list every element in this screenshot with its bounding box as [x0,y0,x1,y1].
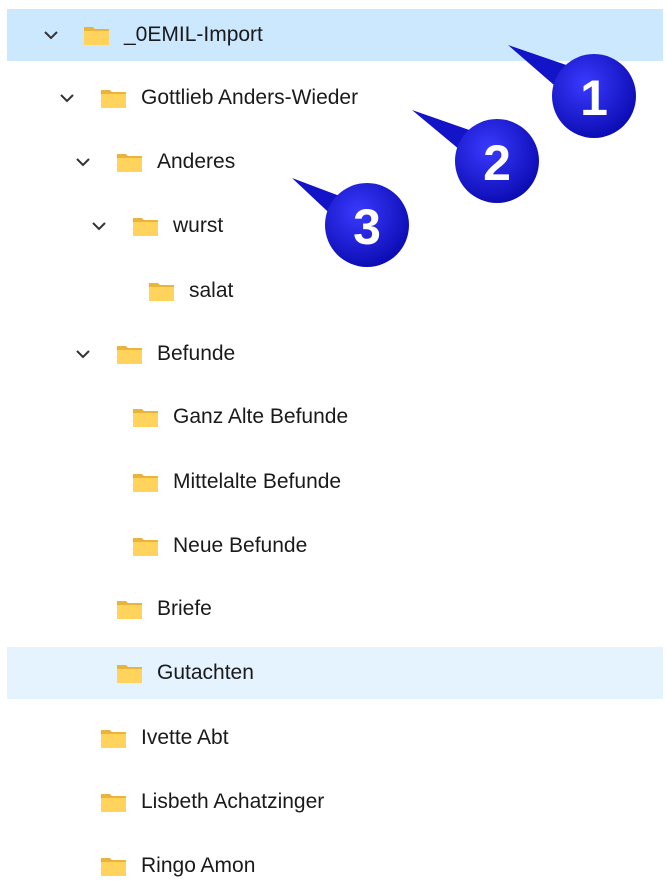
folder-icon [116,343,143,365]
tree-item-label: _0EMIL-Import [124,23,263,46]
folder-icon [116,662,143,684]
chevron-down-icon[interactable] [89,216,109,236]
folder-icon [148,280,175,302]
tree-item-label: Lisbeth Achatzinger [141,790,325,813]
tree-item-wurst[interactable]: wurst [7,200,667,252]
tree-item-label: Ivette Abt [141,726,229,749]
chevron-down-icon[interactable] [57,88,77,108]
tree-item-briefe[interactable]: Briefe [7,583,667,635]
folder-icon [132,215,159,237]
folder-icon [116,151,143,173]
folder-icon [132,535,159,557]
tree-item-label: wurst [173,214,224,237]
tree-item-0emil-import[interactable]: _0EMIL-Import [7,9,663,61]
tree-item-ringo-amon[interactable]: Ringo Amon [7,840,667,892]
tree-item-label: Befunde [157,342,236,365]
folder-icon [83,24,110,46]
chevron-down-icon[interactable] [73,152,93,172]
chevron-down-icon[interactable] [41,25,61,45]
tree-item-lisbeth-achatzinger[interactable]: Lisbeth Achatzinger [7,776,667,828]
tree-item-gottlieb-anders-wieder[interactable]: Gottlieb Anders-Wieder [7,72,667,124]
tree-item-label: Ganz Alte Befunde [173,405,349,428]
folder-icon [100,87,127,109]
tree-item-ivette-abt[interactable]: Ivette Abt [7,712,667,764]
folder-icon [116,598,143,620]
folder-icon [100,855,127,877]
tree-item-ganz-alte-befunde[interactable]: Ganz Alte Befunde [7,391,667,443]
tree-item-label: Gottlieb Anders-Wieder [141,86,359,109]
tree-item-label: Neue Befunde [173,534,308,557]
folder-icon [132,406,159,428]
folder-tree: _0EMIL-Import Gottlieb Anders-Wieder And… [0,0,667,879]
tree-item-label: Gutachten [157,661,254,684]
folder-icon [100,727,127,749]
tree-item-salat[interactable]: salat [7,265,667,317]
tree-item-label: Briefe [157,597,212,620]
tree-item-label: salat [189,279,234,302]
tree-item-gutachten[interactable]: Gutachten [7,647,663,699]
folder-icon [132,471,159,493]
tree-item-mittelalte-befunde[interactable]: Mittelalte Befunde [7,456,667,508]
tree-item-label: Anderes [157,150,236,173]
tree-item-label: Ringo Amon [141,854,256,877]
tree-item-label: Mittelalte Befunde [173,470,342,493]
folder-icon [100,791,127,813]
chevron-down-icon[interactable] [73,344,93,364]
tree-item-neue-befunde[interactable]: Neue Befunde [7,520,667,572]
tree-item-anderes[interactable]: Anderes [7,136,667,188]
tree-item-befunde[interactable]: Befunde [7,328,667,380]
